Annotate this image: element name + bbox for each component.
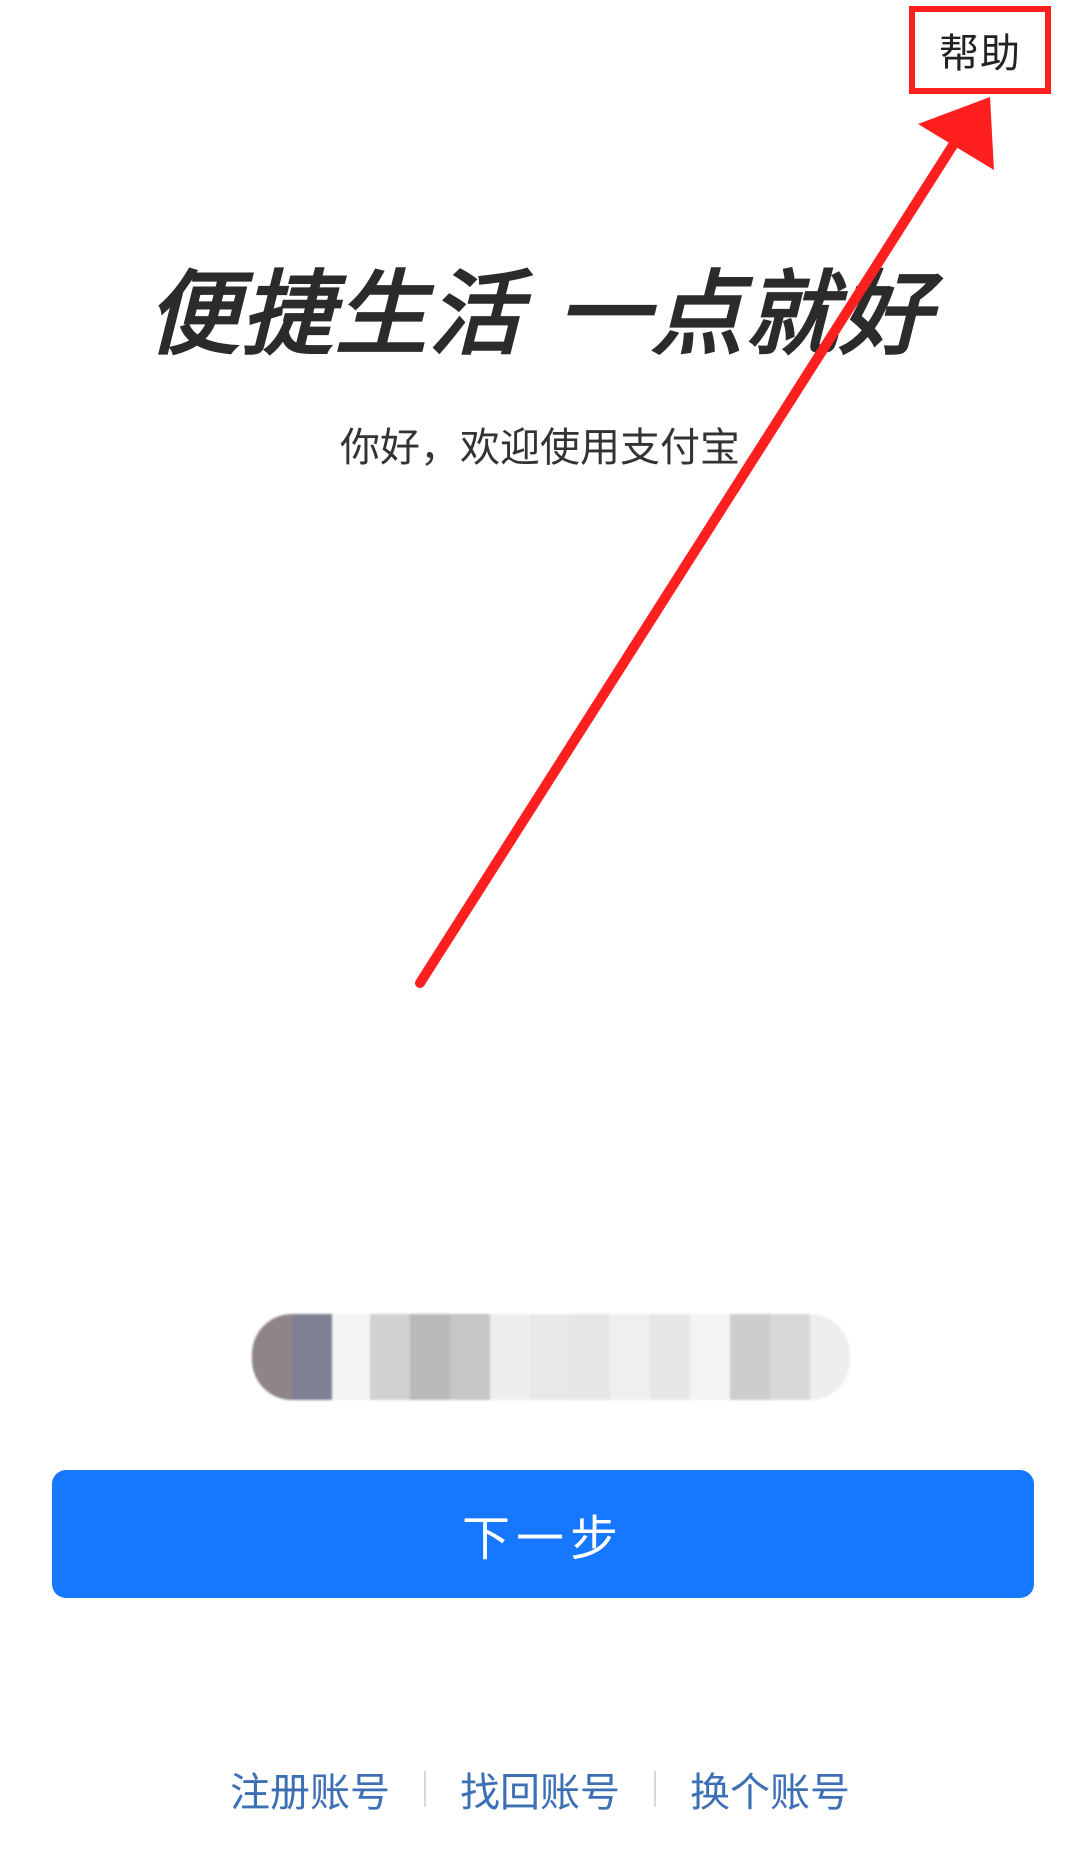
help-link[interactable]: 帮助 <box>939 21 1021 79</box>
page-headline: 便捷生活 一点就好 <box>146 261 934 368</box>
register-account-link[interactable]: 注册账号 <box>196 1760 424 1818</box>
recover-account-link[interactable]: 找回账号 <box>426 1760 654 1818</box>
next-step-button[interactable]: 下一步 <box>52 1470 1034 1598</box>
account-links-bar: 注册账号 找回账号 换个账号 <box>0 1760 1080 1818</box>
account-info-blurred <box>252 1314 850 1400</box>
welcome-subtitle: 你好，欢迎使用支付宝 <box>340 425 740 471</box>
login-page: 帮助 便捷生活 一点就好 你好，欢迎使用支付宝 下一步 注册账号 找回账号 换个… <box>0 0 1080 1868</box>
help-highlight-box[interactable]: 帮助 <box>909 6 1051 94</box>
switch-account-link[interactable]: 换个账号 <box>656 1760 884 1818</box>
